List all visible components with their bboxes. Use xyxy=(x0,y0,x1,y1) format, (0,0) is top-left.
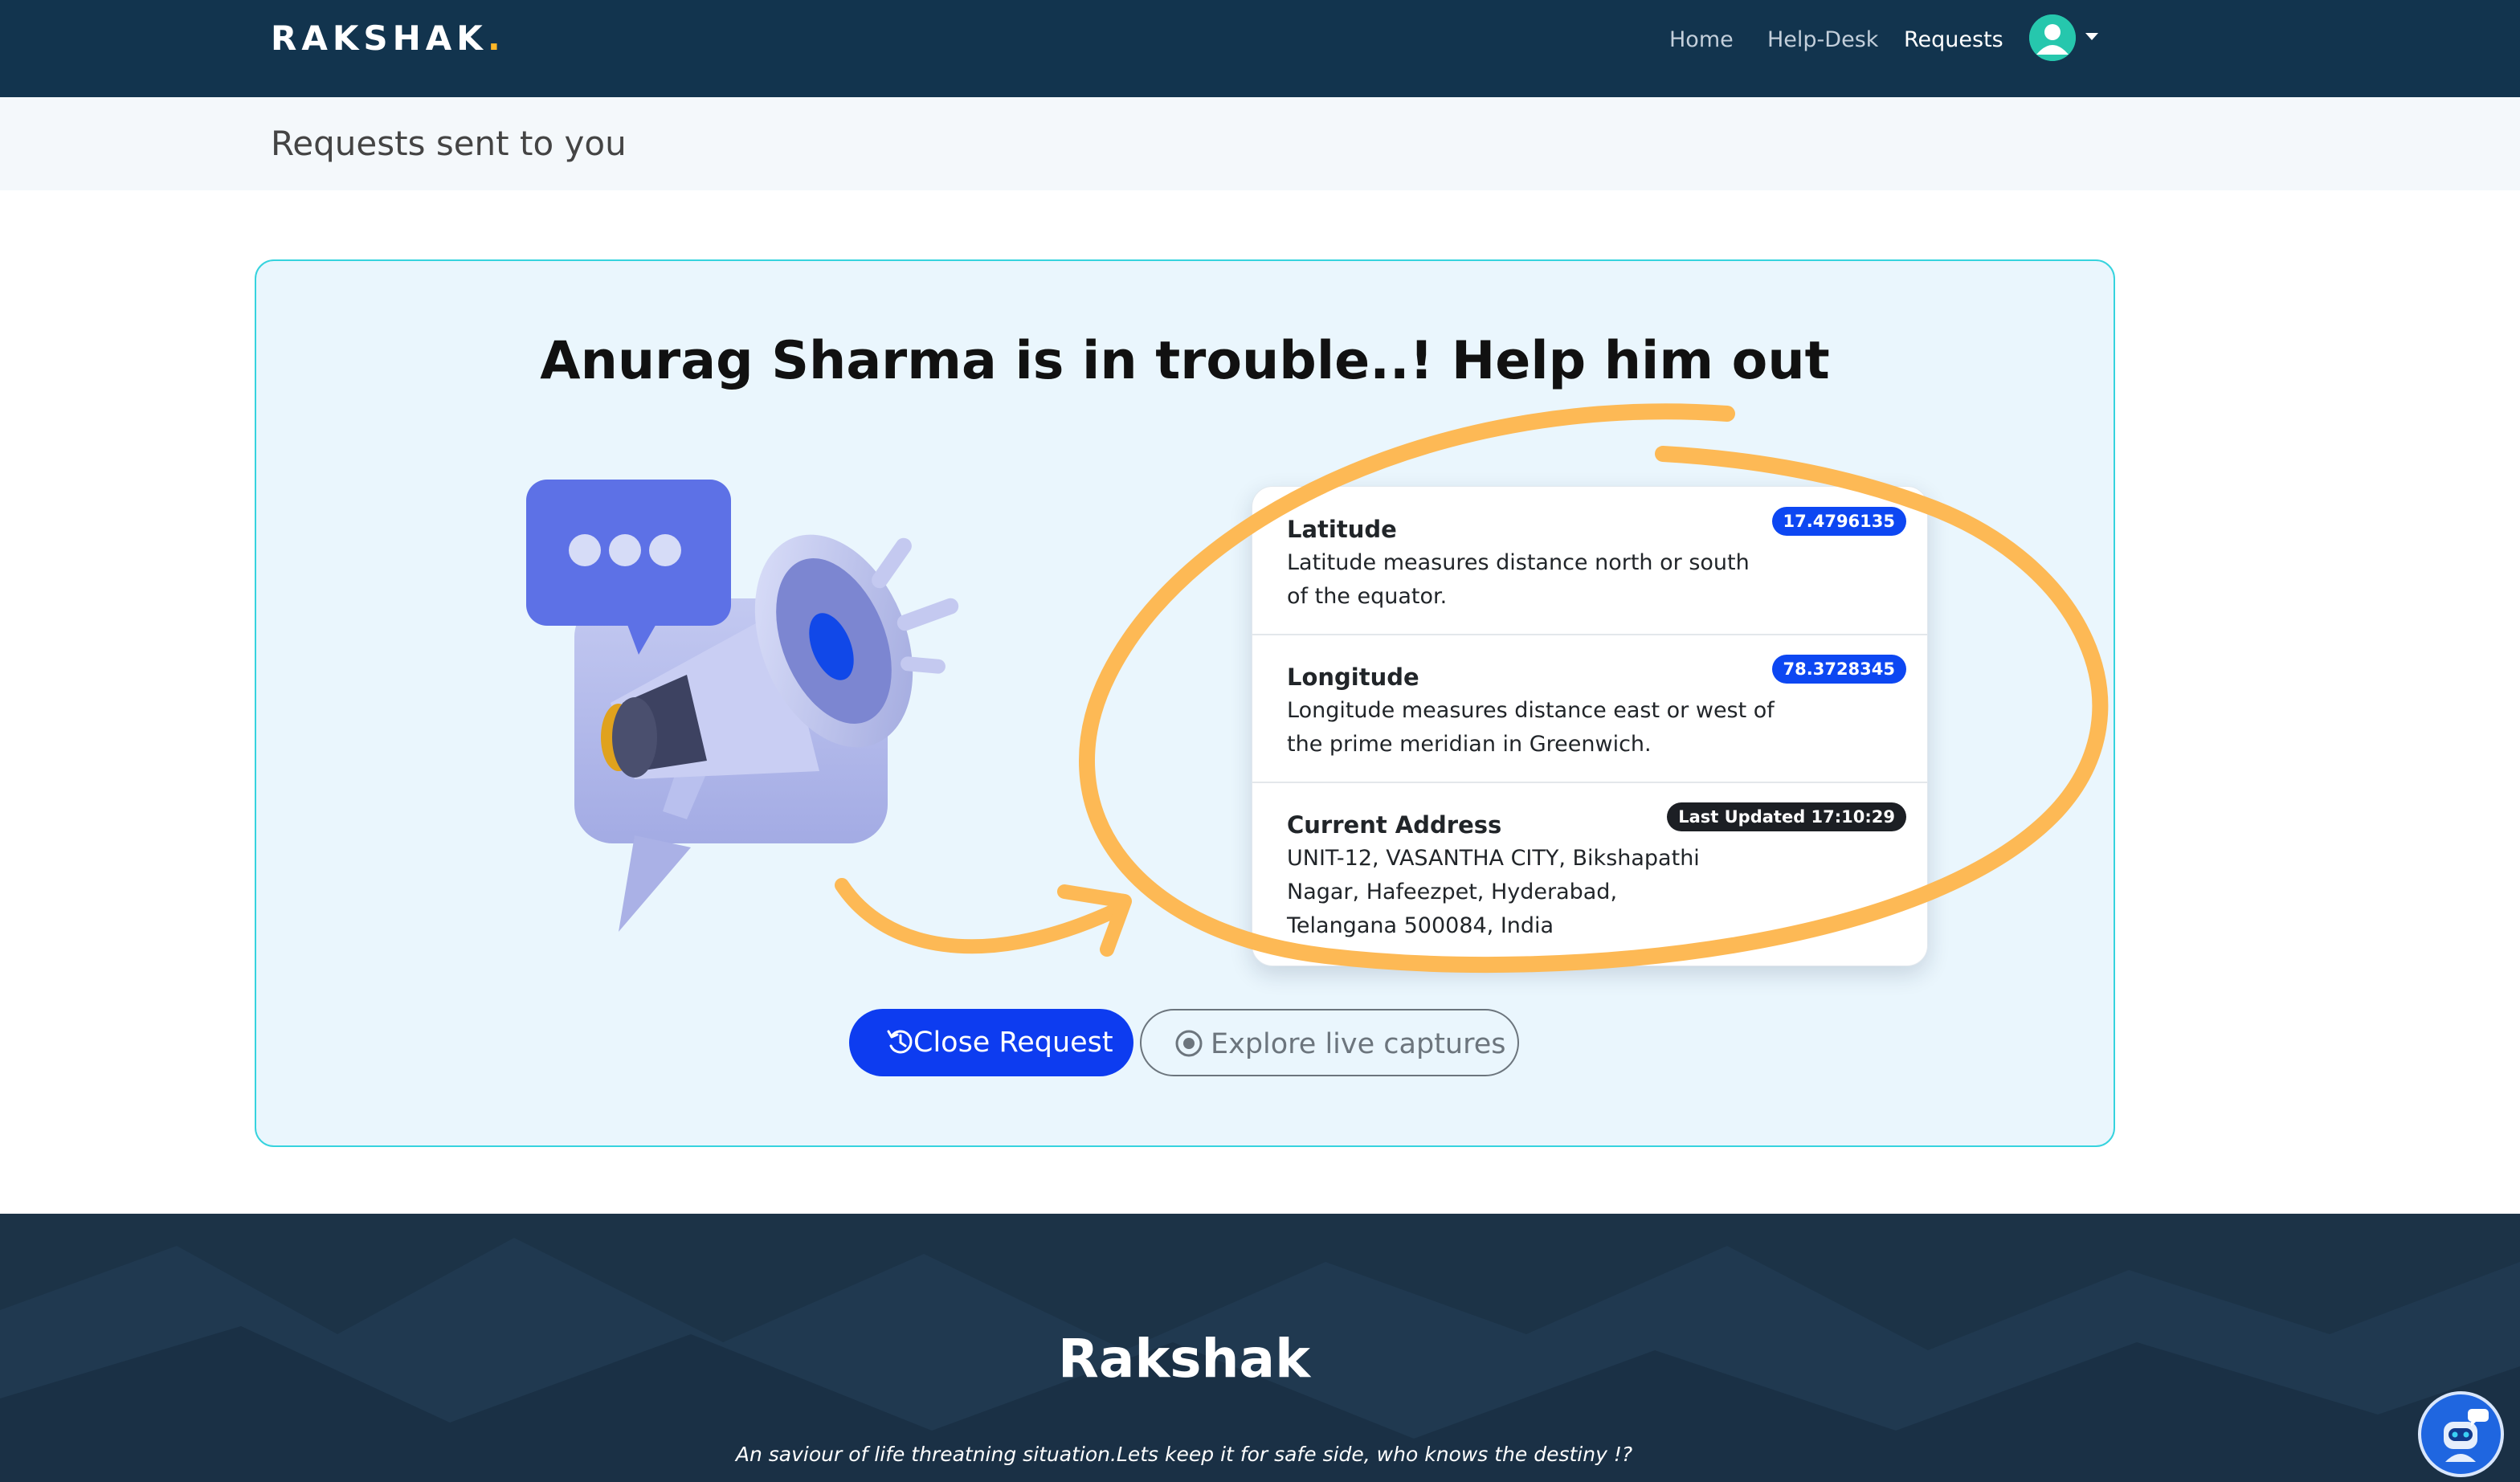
address-description: UNIT-12, VASANTHA CITY, Bikshapathi Naga… xyxy=(1287,846,1700,938)
brand-logo[interactable]: RAKSHAK. xyxy=(271,14,505,63)
record-circle-icon xyxy=(1175,1030,1203,1057)
longitude-description: Longitude measures distance east or west… xyxy=(1287,698,1775,757)
brand-name: RAKSHAK xyxy=(271,18,488,58)
close-request-button[interactable]: Close Request xyxy=(849,1009,1133,1076)
latitude-title: Latitude xyxy=(1287,516,1397,543)
list-item-latitude: Latitude Latitude measures distance nort… xyxy=(1252,487,1927,635)
latitude-description: Latitude measures distance north or sout… xyxy=(1287,550,1750,609)
brand-dot: . xyxy=(487,18,505,58)
nav-link-requests[interactable]: Requests xyxy=(1904,24,2003,56)
longitude-badge: 78.3728345 xyxy=(1771,655,1906,684)
footer-brand-title: Rakshak xyxy=(1058,1328,1310,1390)
page-title: Requests sent to you xyxy=(271,124,627,163)
megaphone-chat-icon xyxy=(526,480,959,932)
top-navbar: RAKSHAK. Home Help-Desk Requests xyxy=(0,0,2520,97)
last-updated-badge: Last Updated 17:10:29 xyxy=(1667,802,1906,831)
caret-down-icon[interactable] xyxy=(2085,33,2098,40)
explore-live-captures-button[interactable]: Explore live captures xyxy=(1140,1009,1519,1076)
chatbot-robot-icon[interactable] xyxy=(2418,1391,2504,1477)
list-item-current-address: Current Address UNIT-12, VASANTHA CITY, … xyxy=(1252,782,1927,966)
location-info-list: Latitude Latitude measures distance nort… xyxy=(1252,486,1928,966)
alert-headline: Anurag Sharma is in trouble..! Help him … xyxy=(255,325,2115,398)
page-title-bar: Requests sent to you xyxy=(0,97,2520,190)
footer-tagline: An saviour of life threatning situation.… xyxy=(735,1443,1633,1466)
address-title: Current Address xyxy=(1287,811,1502,839)
explore-live-captures-label: Explore live captures xyxy=(1211,1028,1506,1060)
list-item-longitude: Longitude Longitude measures distance ea… xyxy=(1252,635,1927,783)
close-request-label: Close Request xyxy=(913,1027,1113,1059)
nav-link-help-desk[interactable]: Help-Desk xyxy=(1767,24,1878,56)
latitude-badge: 17.4796135 xyxy=(1771,507,1906,536)
history-icon xyxy=(887,1030,913,1054)
nav-link-home[interactable]: Home xyxy=(1669,24,1734,56)
site-footer: Rakshak An saviour of life threatning si… xyxy=(0,1214,2520,1482)
user-avatar-icon[interactable] xyxy=(2029,14,2076,61)
alert-message: is in trouble..! Help him out xyxy=(996,331,1830,391)
avatar-graphic xyxy=(2029,14,2076,61)
person-name: Anurag Sharma xyxy=(540,331,997,391)
chatbot-graphic xyxy=(2444,1409,2489,1462)
longitude-title: Longitude xyxy=(1287,663,1419,691)
